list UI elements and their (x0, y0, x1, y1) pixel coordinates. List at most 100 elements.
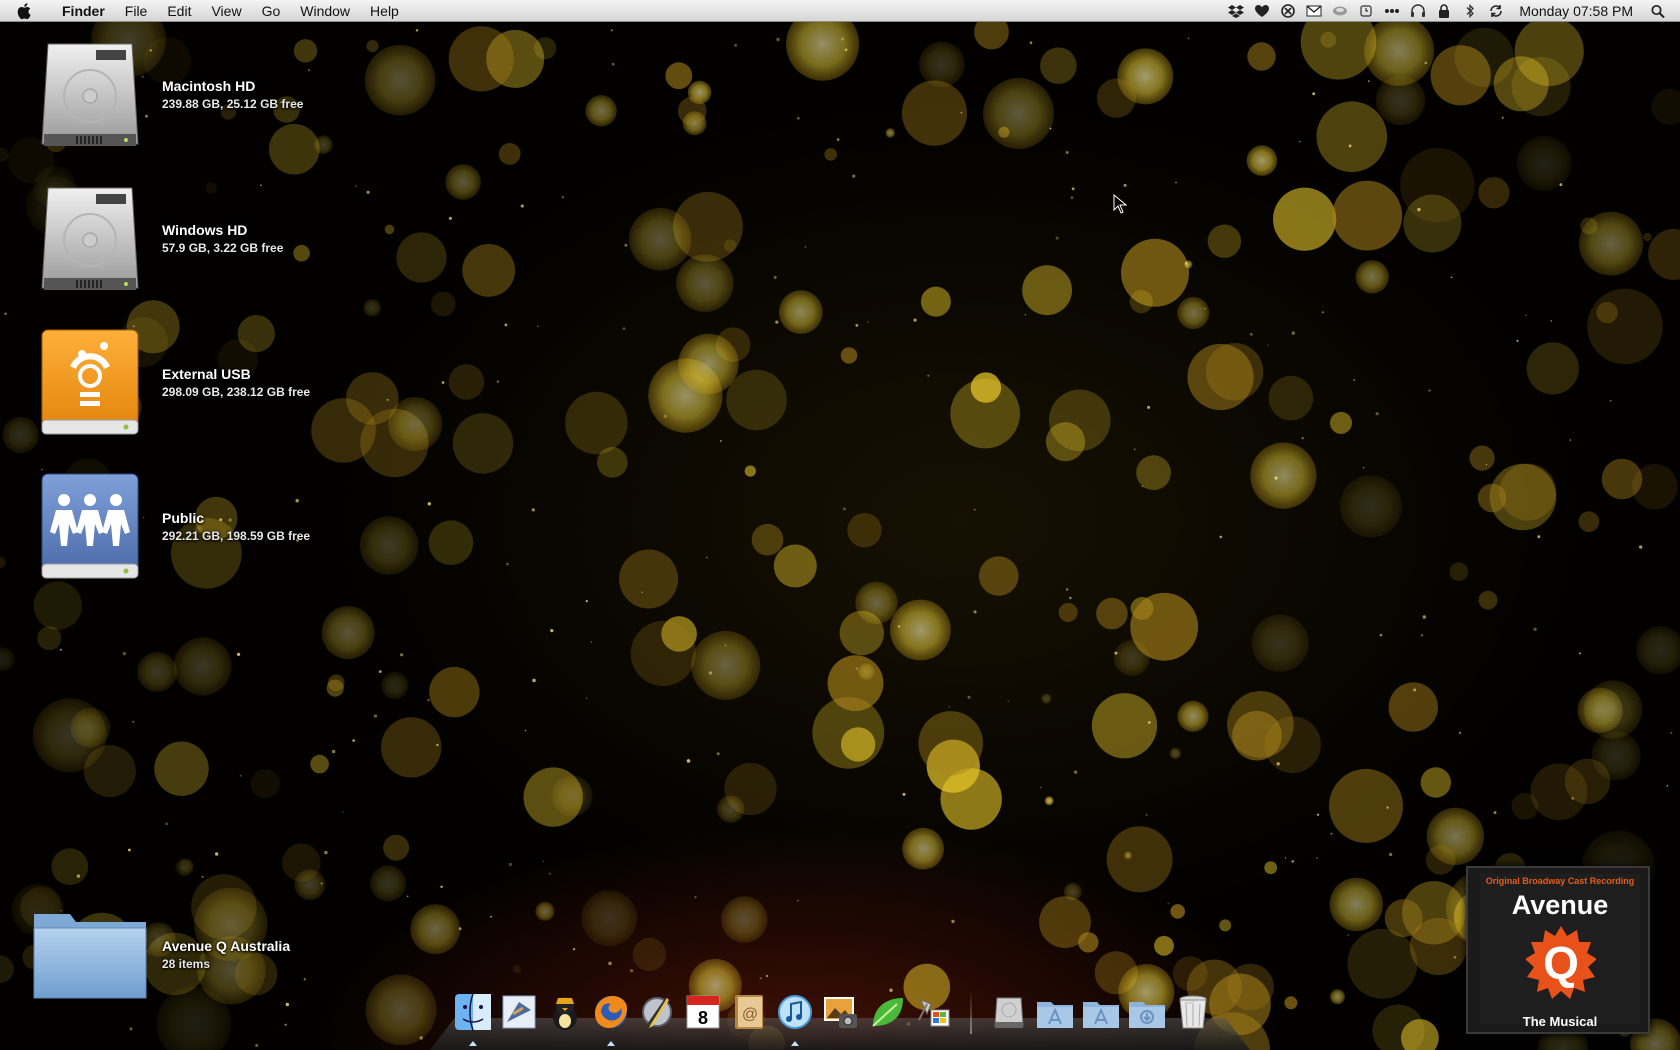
iphoto-icon[interactable] (820, 990, 862, 1034)
album-art-widget[interactable]: Original Broadway Cast Recording Avenue … (1466, 866, 1650, 1034)
sparkle (331, 749, 336, 754)
parallels-icon[interactable] (912, 990, 954, 1034)
firefox-icon[interactable] (590, 990, 632, 1046)
sparkle (1291, 331, 1296, 335)
bokeh-light (885, 128, 895, 138)
hard-drive-icon[interactable] (30, 178, 150, 298)
network-share-icon[interactable] (30, 466, 150, 586)
album-cover: Original Broadway Cast Recording Avenue … (1480, 874, 1640, 1029)
address-book-icon[interactable]: @ (728, 990, 770, 1034)
menu-go[interactable]: Go (252, 0, 291, 22)
sparkle (122, 651, 127, 656)
menu-file[interactable]: File (115, 0, 158, 22)
bokeh-light (0, 955, 14, 983)
bokeh-light (1364, 15, 1435, 86)
sparkle (320, 882, 323, 885)
hard-drive-icon[interactable] (30, 34, 150, 154)
bokeh-light (327, 674, 345, 691)
bokeh-light (396, 232, 447, 283)
bokeh-light (978, 556, 1019, 596)
sparkle (797, 899, 799, 902)
documents-folder-icon[interactable] (1080, 990, 1122, 1034)
bokeh-light (1091, 693, 1158, 759)
bokeh-light (665, 62, 693, 90)
desktop-item-label: Macintosh HD 239.88 GB, 25.12 GB free (162, 78, 303, 111)
bokeh-light (919, 41, 965, 88)
sparkle (496, 380, 500, 383)
bokeh-light (1184, 260, 1193, 269)
sparkle (1348, 144, 1352, 148)
disk-icon[interactable] (988, 990, 1030, 1034)
sparkle (585, 600, 588, 603)
spotlight-icon[interactable] (1650, 4, 1666, 18)
sync-icon[interactable] (1488, 4, 1504, 18)
sparkle (1516, 339, 1519, 342)
alarm-icon[interactable] (1358, 4, 1374, 18)
bokeh-light (428, 520, 474, 565)
sparkle (855, 324, 859, 327)
bokeh-light (840, 727, 876, 762)
heart-icon[interactable] (1254, 4, 1270, 18)
downloads-folder-icon[interactable] (1126, 990, 1168, 1034)
bokeh-light (1425, 845, 1456, 875)
firewire-drive-icon[interactable] (30, 322, 150, 442)
bokeh-light (1058, 603, 1078, 622)
sparkle (458, 927, 462, 931)
bokeh-light (448, 26, 514, 92)
desktop-item-macintosh-hd[interactable]: Macintosh HD 239.88 GB, 25.12 GB free (30, 34, 303, 154)
sparkle (611, 62, 615, 66)
growl-icon[interactable] (1332, 4, 1348, 18)
sparkle (342, 811, 344, 813)
sparkle (427, 699, 430, 702)
desktop-item-avenue-q-folder[interactable]: Avenue Q Australia 28 items (30, 894, 290, 1014)
leaf-icon[interactable] (866, 990, 908, 1034)
bokeh-light (840, 347, 858, 364)
sparkle (1069, 596, 1072, 600)
sparkle (549, 872, 551, 875)
bokeh-light (1316, 101, 1388, 172)
bokeh-light (383, 834, 410, 861)
bokeh-light (1330, 411, 1352, 434)
desktop-item-public[interactable]: Public 292.21 GB, 198.59 GB free (30, 466, 310, 586)
desktop-item-windows-hd[interactable]: Windows HD 57.9 GB, 3.22 GB free (30, 178, 283, 298)
sparkle (324, 850, 328, 855)
sparkle (1537, 535, 1541, 539)
folder-icon[interactable] (30, 894, 150, 1014)
sparkle (1291, 860, 1294, 863)
itunes-icon[interactable] (774, 990, 816, 1046)
trash-icon[interactable] (1172, 990, 1214, 1034)
bokeh-light (535, 901, 555, 921)
menu-clock[interactable]: Monday 07:58 PM (1519, 3, 1633, 19)
xmarks-icon[interactable] (1280, 3, 1296, 18)
lock-icon[interactable] (1436, 3, 1452, 18)
adium-icon[interactable] (544, 990, 586, 1034)
menu-help[interactable]: Help (360, 0, 409, 22)
bokeh-light (902, 827, 944, 870)
desktop-item-external-usb[interactable]: External USB 298.09 GB, 238.12 GB free (30, 322, 310, 442)
applications-folder-icon[interactable] (1034, 990, 1076, 1034)
gmail-icon[interactable] (1306, 4, 1322, 18)
menu-edit[interactable]: Edit (157, 0, 201, 22)
menu-view[interactable]: View (201, 0, 251, 22)
sparkle (775, 320, 779, 324)
bokeh-light (250, 769, 280, 799)
headphones-icon[interactable] (1410, 3, 1426, 18)
sparkle (897, 625, 901, 628)
apple-icon[interactable] (16, 2, 38, 20)
mail-icon[interactable] (498, 990, 540, 1034)
bluetooth-icon[interactable] (1462, 3, 1478, 18)
bokeh-light (983, 77, 1054, 149)
menu-app-finder[interactable]: Finder (52, 0, 115, 22)
finder-icon[interactable] (452, 990, 494, 1046)
sparkle (1550, 320, 1552, 322)
menu-window[interactable]: Window (290, 0, 360, 22)
ical-icon[interactable]: 8 (682, 990, 724, 1034)
dropbox-icon[interactable] (1228, 4, 1245, 18)
sparkle (836, 138, 840, 141)
bokeh-light (632, 937, 667, 972)
script-editor-icon[interactable] (636, 990, 678, 1034)
dots-icon[interactable] (1384, 4, 1400, 18)
bokeh-light (726, 369, 787, 431)
bokeh-light (721, 896, 768, 943)
sparkle (4, 312, 7, 315)
